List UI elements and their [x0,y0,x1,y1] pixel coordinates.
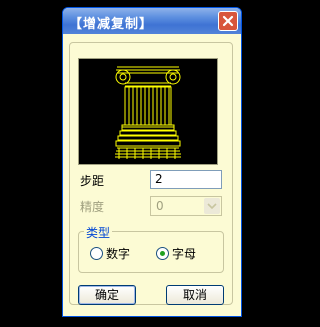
step-value: 2 [155,172,163,186]
ok-button[interactable]: 确定 [78,285,136,305]
radio-letter-label[interactable]: 字母 [172,245,196,262]
step-label: 步距 [80,174,105,188]
precision-label: 精度 [80,200,105,214]
type-group-title: 类型 [84,224,113,241]
cancel-button[interactable]: 取消 [166,285,224,305]
column-capital-icon [115,66,181,159]
chevron-down-icon [207,203,217,210]
precision-value: 0 [156,199,164,213]
preview-image [78,58,218,165]
precision-select[interactable]: 0 [150,196,222,216]
dialog-body: 步距 2 精度 0 类型 数字 字母 确定 取消 [62,7,242,317]
radio-selected-dot [160,251,165,256]
radio-number[interactable] [90,247,103,260]
radio-number-label[interactable]: 数字 [106,245,130,262]
dropdown-arrow-button[interactable] [204,198,220,214]
radio-letter[interactable] [156,247,169,260]
step-input[interactable]: 2 [150,170,222,189]
